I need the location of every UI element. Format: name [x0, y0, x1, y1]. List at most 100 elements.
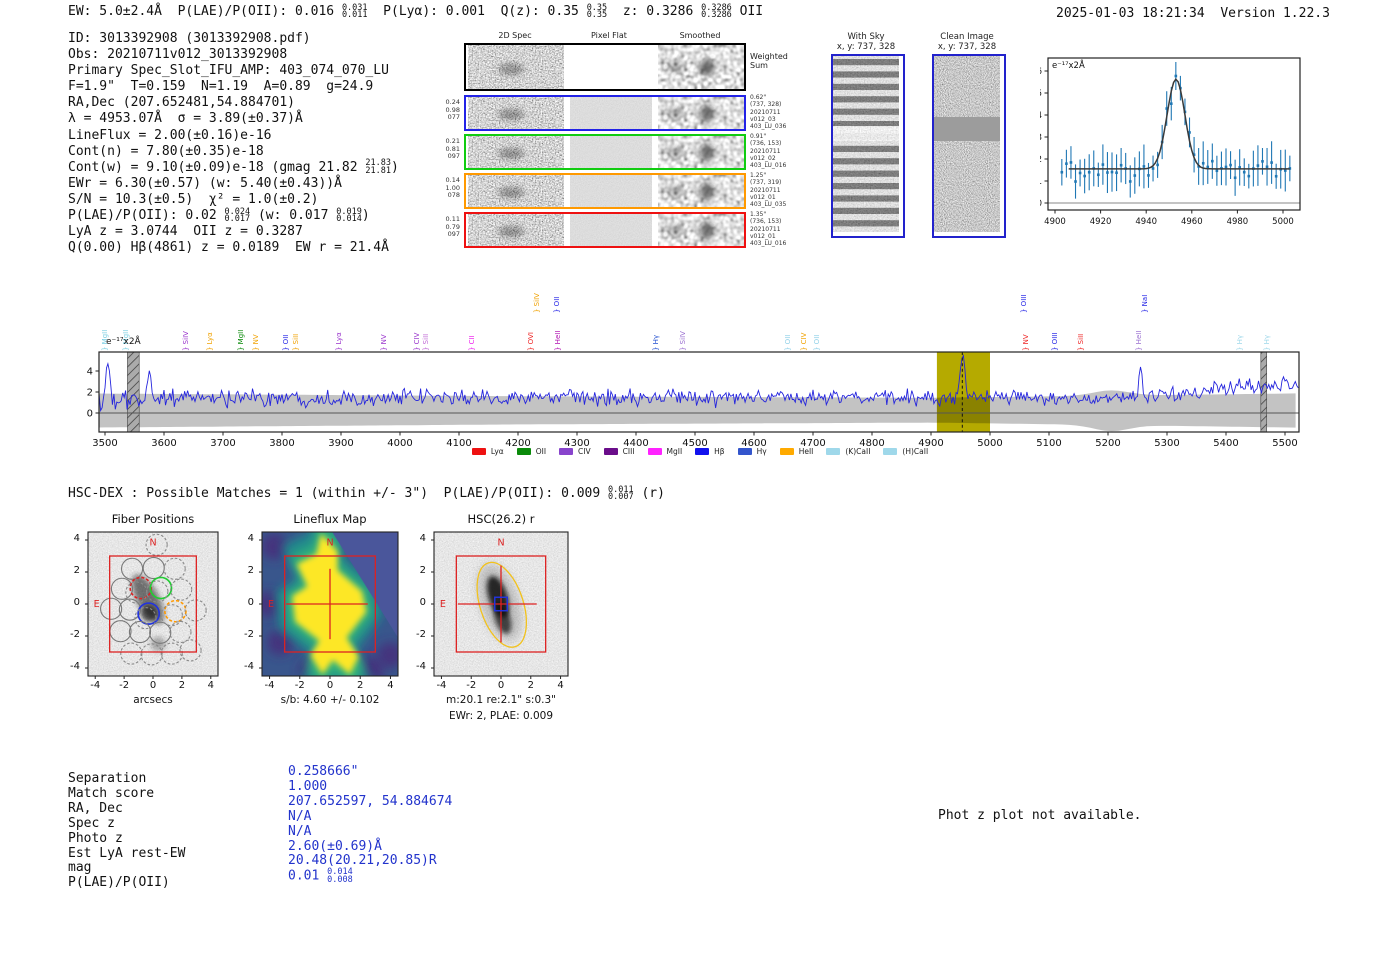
cutout-image	[468, 136, 564, 168]
cutout-col-header: 2D Spec	[470, 31, 560, 40]
legend-label: CIV	[578, 447, 591, 456]
cutout-image	[658, 175, 744, 207]
spectral-line-label-text: } OIII	[1020, 295, 1028, 313]
legend-swatch	[695, 448, 709, 455]
clean-image-art	[934, 56, 1000, 232]
legend-item: Hγ	[738, 447, 767, 456]
smooth-image	[658, 45, 744, 89]
panel-y-tick: 4	[234, 533, 254, 544]
stacked-uncertainty: 0.0110.007	[608, 487, 634, 502]
info-line: Cont(w) = 9.10(±0.09)e-18 (gmag 21.82 21…	[68, 160, 399, 176]
legend-item: MgII	[648, 447, 683, 456]
cutout-image	[468, 214, 564, 246]
info-line: Cont(n) = 7.80(±0.35)e-18	[68, 144, 399, 160]
svg-text:4920: 4920	[1090, 217, 1112, 227]
svg-text:4960: 4960	[1181, 217, 1203, 227]
with-sky-title: With Skyx, y: 737, 328	[821, 33, 911, 52]
svg-text:6: 6	[1040, 67, 1042, 77]
panel-x-tick: 0	[486, 680, 516, 691]
cutout-col-header: Pixel Flat	[564, 31, 654, 40]
detection-highlight-band	[937, 352, 990, 432]
cutout-image	[570, 214, 652, 246]
cutout-col-header: Smoothed	[655, 31, 745, 40]
legend-label: Lyα	[491, 447, 504, 456]
info-line: Obs: 20210711v012_3013392908	[68, 47, 399, 63]
cutout-image	[570, 175, 652, 207]
spectral-line-label-text: } OII	[553, 297, 561, 313]
hsc-caption2: EWr: 2, PLAE: 0.009	[394, 710, 608, 722]
panel-y-tick: 0	[406, 597, 426, 608]
cutout-image	[570, 136, 652, 168]
svg-text:0: 0	[87, 409, 93, 420]
flat-image	[570, 214, 652, 246]
panel-x-tick: -4	[426, 680, 456, 691]
match-row-value: 0.258666"	[288, 765, 452, 780]
legend-label: (K)CaII	[845, 447, 870, 456]
svg-text:1: 1	[1040, 177, 1042, 187]
spectrum-legend: Lyα OII CIV CIII MgII Hβ Hγ HeII (K)CaII (H)CaII	[80, 447, 1320, 456]
stacked-uncertainty: 0.32860.3286	[701, 5, 732, 20]
panel-x-tick: 2	[167, 680, 197, 691]
cutout-image	[658, 136, 744, 168]
panel-x-tick: 0	[315, 680, 345, 691]
match-table-labels: SeparationMatch scoreRA, DecSpec zPhoto …	[68, 772, 185, 891]
info-line: F=1.9" T=0.159 N=1.19 A=0.89 g=24.9	[68, 79, 399, 95]
stacked-uncertainty: 0.0140.008	[327, 869, 353, 884]
cutout-image	[658, 45, 744, 89]
hsc-panel-title: HSC(26.2) r	[414, 512, 588, 526]
legend-item: CIII	[604, 447, 635, 456]
match-row-value: N/A	[288, 810, 452, 825]
panel-x-tick: 4	[375, 680, 405, 691]
panel-x-tick: -4	[255, 680, 285, 691]
svg-text:4980: 4980	[1227, 217, 1249, 227]
stacked-uncertainty: 0.0190.014	[336, 209, 362, 224]
row-id-labels: 0.62"(737, 328)20210711v012_03403_LU_036	[750, 94, 810, 130]
svg-text:0: 0	[1040, 199, 1042, 209]
stacked-uncertainty: 0.0240.017	[225, 209, 251, 224]
info-line: LineFlux = 2.00(±0.16)e-16	[68, 128, 399, 144]
east-label: E	[94, 599, 100, 610]
match-row-label: Est LyA rest-EW	[68, 847, 185, 862]
svg-text:4940: 4940	[1135, 217, 1157, 227]
full-spectrum-svg: 3500360037003800390040004100420043004400…	[80, 346, 1320, 448]
legend-swatch	[472, 448, 486, 455]
flat-image	[570, 136, 652, 168]
svg-text:4900: 4900	[1044, 217, 1066, 227]
svg-text:4: 4	[1040, 111, 1042, 121]
panel-y-tick: 2	[406, 565, 426, 576]
smooth-image	[658, 214, 744, 246]
fiber-xlabel: arcsecs	[68, 694, 238, 706]
smooth-image	[658, 175, 744, 207]
elixer-report-page: EW: 5.0±2.4Å P(LAE)/P(OII): 0.016 0.0310…	[0, 0, 1400, 953]
panel-y-tick: -4	[406, 661, 426, 672]
legend-label: (H)CaII	[902, 447, 928, 456]
match-row-label: Spec z	[68, 817, 185, 832]
cutout-image	[658, 97, 744, 129]
hsc-panel-svg: NE	[422, 530, 572, 682]
panel-x-tick: 4	[196, 680, 226, 691]
match-row-value: 20.48(20.21,20.85)R	[288, 854, 452, 869]
row-id-labels: 1.35"(736, 153)20210711v012_01403_LU_016	[750, 211, 810, 247]
svg-text:4: 4	[87, 367, 93, 378]
lineflux-panel-title: Lineflux Map	[242, 512, 418, 526]
legend-label: HeII	[799, 447, 814, 456]
panel-y-tick: -4	[60, 661, 80, 672]
legend-label: OII	[536, 447, 546, 456]
clean-image-title: Clean Imagex, y: 737, 328	[922, 33, 1012, 52]
fiber-cutout-row	[464, 134, 746, 170]
panel-y-tick: 0	[60, 597, 80, 608]
smooth-image	[658, 97, 744, 129]
hsc-caption: m:20.1 re:2.1" s:0.3"	[394, 694, 608, 706]
fiber-panel-title: Fiber Positions	[68, 512, 238, 526]
fiber-cutout-row	[464, 95, 746, 131]
panel-y-tick: 2	[60, 565, 80, 576]
legend-swatch	[738, 448, 752, 455]
clean-image	[932, 54, 1006, 238]
info-line: Primary Spec_Slot_IFU_AMP: 403_074_070_L…	[68, 63, 399, 79]
legend-item: CIV	[559, 447, 591, 456]
with-sky-art	[833, 56, 899, 232]
panel-y-tick: -4	[234, 661, 254, 672]
match-row-value: 0.01 0.0140.008	[288, 869, 452, 884]
legend-label: Hβ	[714, 447, 724, 456]
stacked-uncertainty: 21.8321.81	[365, 160, 391, 175]
